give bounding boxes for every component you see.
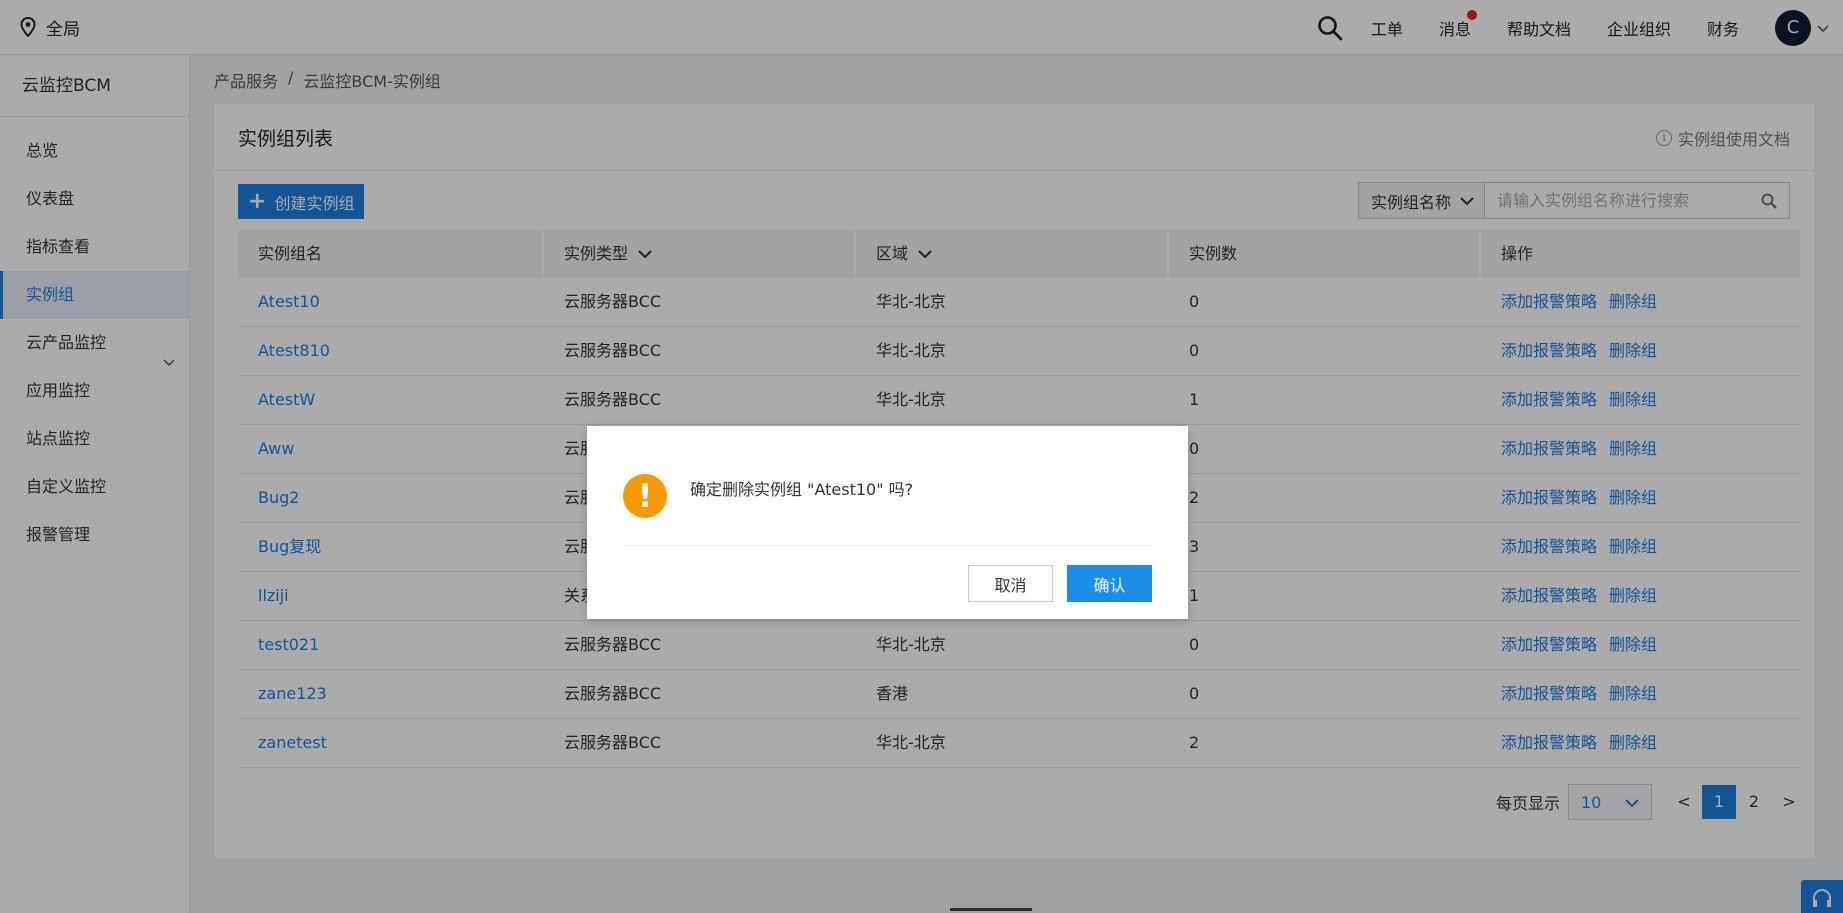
- cancel-button[interactable]: 取消: [968, 565, 1053, 602]
- warning-icon: !: [623, 474, 667, 518]
- confirm-button[interactable]: 确认: [1067, 565, 1152, 602]
- dialog-divider: [623, 545, 1152, 546]
- delete-confirm-dialog: ! 确定删除实例组 "Atest10" 吗? 取消 确认: [587, 426, 1188, 619]
- dialog-message: 确定删除实例组 "Atest10" 吗?: [690, 480, 914, 499]
